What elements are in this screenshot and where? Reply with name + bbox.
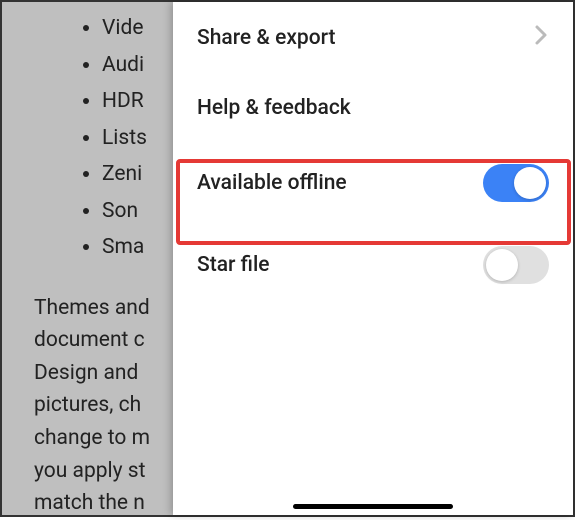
help-feedback-row[interactable]: Help & feedback (173, 74, 573, 142)
options-panel: Share & export Help & feedback Available… (173, 2, 573, 515)
star-file-row: Star file (173, 224, 573, 306)
available-offline-label: Available offline (197, 171, 347, 195)
share-export-row[interactable]: Share & export (173, 2, 573, 74)
toggle-knob (486, 249, 518, 281)
share-export-label: Share & export (197, 26, 336, 50)
available-offline-toggle[interactable] (483, 164, 549, 202)
home-indicator[interactable] (293, 504, 453, 509)
star-file-label: Star file (197, 253, 270, 277)
available-offline-row: Available offline (173, 142, 573, 224)
chevron-right-icon (533, 24, 549, 52)
help-feedback-label: Help & feedback (197, 96, 351, 120)
star-file-toggle[interactable] (483, 246, 549, 284)
toggle-knob (514, 167, 546, 199)
